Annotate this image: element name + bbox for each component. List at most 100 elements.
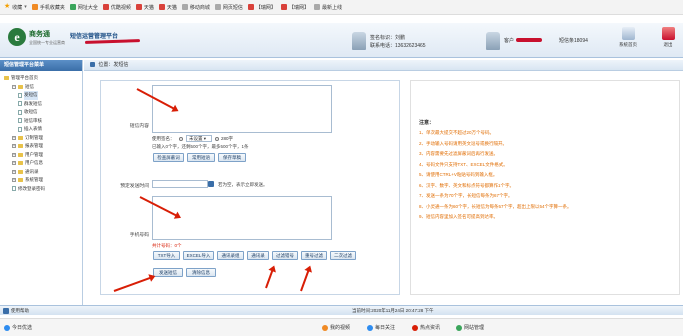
bookmark-item[interactable]: 【瑞网】 — [247, 4, 276, 11]
folder-icon — [18, 84, 23, 89]
cloud-icon — [4, 324, 10, 331]
browser-bar-item[interactable]: 每日关注 — [367, 324, 395, 331]
sidebar-item[interactable]: + 通讯录 — [4, 168, 82, 177]
excel-import-button[interactable]: EXCEL导入 — [183, 251, 214, 260]
bookmark-item[interactable]: 【瑞网】 — [280, 4, 309, 11]
home-icon — [621, 27, 635, 40]
send-sms-button[interactable]: 发送短信 — [153, 268, 183, 277]
clear-info-button[interactable]: 清除信息 — [186, 268, 216, 277]
bookmark-item[interactable]: 网址大全 — [69, 4, 98, 11]
sidebar: 短信管理平台菜单 管理平台首页 − 短信 发短信 群发短信 收短信 短信审核 插入表情 + 订制管… — [0, 60, 83, 312]
sidebar-item[interactable]: 短信审核 — [4, 117, 82, 126]
schedule-input[interactable] — [152, 180, 208, 188]
sidebar-item-label: 短信 — [25, 83, 34, 89]
sidebar-item-label: 短信审核 — [24, 117, 42, 123]
sidebar-item-label: 插入表情 — [24, 126, 42, 131]
sidebar-item[interactable]: + 用户管理 — [4, 151, 82, 160]
account-info: 签名标识：刘鹏 联系电话：13632623465 — [352, 28, 472, 54]
home-label: 系统首页 — [619, 42, 637, 47]
bookmark-label: 【瑞网】 — [255, 4, 276, 11]
doc-icon — [313, 4, 320, 10]
sidebar-item[interactable]: 管理平台首页 — [4, 74, 82, 83]
brand-logo: e — [8, 28, 26, 46]
sidebar-item[interactable]: 插入表情 — [4, 125, 82, 134]
calendar-icon[interactable] — [208, 181, 214, 187]
exit-button[interactable]: 退出 — [656, 27, 680, 48]
sidebar-item-label: 发短信 — [24, 91, 38, 100]
bookmark-item[interactable]: 优酷视频 — [102, 4, 131, 11]
sidebar-item[interactable]: 收短信 — [4, 108, 82, 117]
contacts-button[interactable]: 通讯录 — [247, 251, 269, 260]
page-icon — [12, 186, 16, 192]
doc-icon — [247, 4, 254, 10]
bookmark-item[interactable]: 天猫 — [158, 4, 177, 11]
signature-select[interactable]: 未设置 ▾ — [186, 135, 212, 142]
filter-wrong-numbers-button[interactable]: 过滤错号 — [272, 251, 298, 260]
browser-bar-item[interactable]: 我的视频 — [322, 324, 350, 331]
sidebar-item[interactable]: 发短信 — [4, 91, 82, 100]
expand-icon[interactable]: + — [12, 152, 16, 157]
expand-icon[interactable]: + — [12, 178, 16, 183]
balance-text: 短信条18094 — [559, 38, 588, 44]
star-icon: ★ — [4, 3, 11, 10]
folder-icon — [18, 161, 23, 166]
sidebar-item[interactable]: + 系统管理 — [4, 176, 82, 185]
common-phrases-button[interactable]: 常用短语 — [187, 153, 215, 162]
sidebar-item[interactable]: 修改登录密码 — [4, 185, 82, 194]
contact-group-button[interactable]: 通讯录组 — [217, 251, 244, 260]
content-label: 短信内容 — [129, 124, 149, 129]
sidebar-tree: 管理平台首页 − 短信 发短信 群发短信 收短信 短信审核 插入表情 + 订制管理 + 报表管理 + 用户… — [0, 71, 82, 193]
signature-radio[interactable] — [179, 137, 183, 141]
home-button[interactable]: 系统首页 — [616, 27, 640, 48]
browser-bar-label: 热点资讯 — [420, 325, 441, 331]
expand-icon[interactable]: + — [12, 169, 16, 174]
collapse-icon[interactable]: − — [12, 84, 16, 89]
sidebar-item[interactable]: + 报表管理 — [4, 142, 82, 151]
schedule-label: 预定发送时间 — [120, 184, 149, 189]
browser-bar-item[interactable]: 今日优选 — [4, 324, 32, 331]
signature-count: 280字 — [221, 136, 234, 141]
notice-item: 4、号码文件只支持TXT、EXCEL文件格式。 — [419, 161, 508, 167]
fire-icon — [412, 324, 418, 331]
bookmark-label: 天猫 — [166, 4, 177, 11]
browser-bar-item[interactable]: 热点资讯 — [412, 324, 440, 331]
sidebar-item-label: 群发短信 — [24, 100, 42, 106]
bookmark-label: 网址大全 — [77, 4, 98, 11]
page-icon — [18, 126, 22, 132]
check-blocked-words-button[interactable]: 检查屏蔽词 — [153, 153, 184, 162]
breadcrumb-text: 位置：发短信 — [98, 62, 129, 68]
signature-select-value: 未设置 — [189, 136, 203, 141]
expand-icon[interactable]: + — [12, 161, 16, 166]
bookmark-item[interactable]: 网页短信 — [214, 4, 243, 11]
browser-bar-label: 每日关注 — [375, 325, 396, 331]
bookmark-item[interactable]: 移动商城 — [181, 4, 210, 11]
bookmark-item[interactable]: 天猫 — [135, 4, 154, 11]
signature-count-radio[interactable] — [215, 137, 219, 141]
save-draft-button[interactable]: 保存草稿 — [218, 153, 246, 162]
dedupe-numbers-button[interactable]: 重号过滤 — [301, 251, 327, 260]
txt-import-button[interactable]: TXT导入 — [153, 251, 180, 260]
expand-icon[interactable]: + — [12, 144, 16, 149]
notice-item: 1、单次最大提交不超过20万个号码。 — [419, 130, 495, 135]
notice-item: 9、短信内容里加入签名可提高到达率。 — [419, 214, 499, 219]
sidebar-item[interactable]: + 订制管理 — [4, 134, 82, 143]
bookmark-item[interactable]: 最新上线 — [313, 4, 342, 11]
expand-icon[interactable]: + — [12, 135, 16, 140]
help-link[interactable]: 使用帮助 — [11, 306, 29, 316]
current-time: 当前时间:2020年11月24日 20:47:28 下午 — [352, 308, 434, 313]
phone-icon — [31, 4, 38, 10]
bookmark-item[interactable]: ★ 收藏 ▾ — [4, 3, 27, 11]
power-icon — [661, 27, 675, 40]
secondary-filter-button[interactable]: 二次过滤 — [330, 251, 356, 260]
phone-count: 共计号码：0个 — [152, 243, 182, 248]
chevron-down-icon: ▾ — [24, 4, 27, 10]
client-avatar-icon — [486, 32, 500, 50]
sidebar-item[interactable]: + 用户信息 — [4, 159, 82, 168]
notice-item: 8、小灵通一条为60个字，长短信为每条57个字，超出上限以54个字算一条。 — [419, 203, 572, 209]
browser-bar-item[interactable]: 网站管理 — [456, 324, 484, 331]
browser-bottom-bar: 今日优选 我的视频 每日关注 热点资讯 网站管理 — [0, 318, 683, 336]
sidebar-item[interactable]: − 短信 — [4, 83, 82, 92]
bookmark-label: 手机收藏夹 — [39, 4, 65, 11]
bookmark-item[interactable]: 手机收藏夹 — [31, 4, 65, 11]
sidebar-item[interactable]: 群发短信 — [4, 100, 82, 109]
